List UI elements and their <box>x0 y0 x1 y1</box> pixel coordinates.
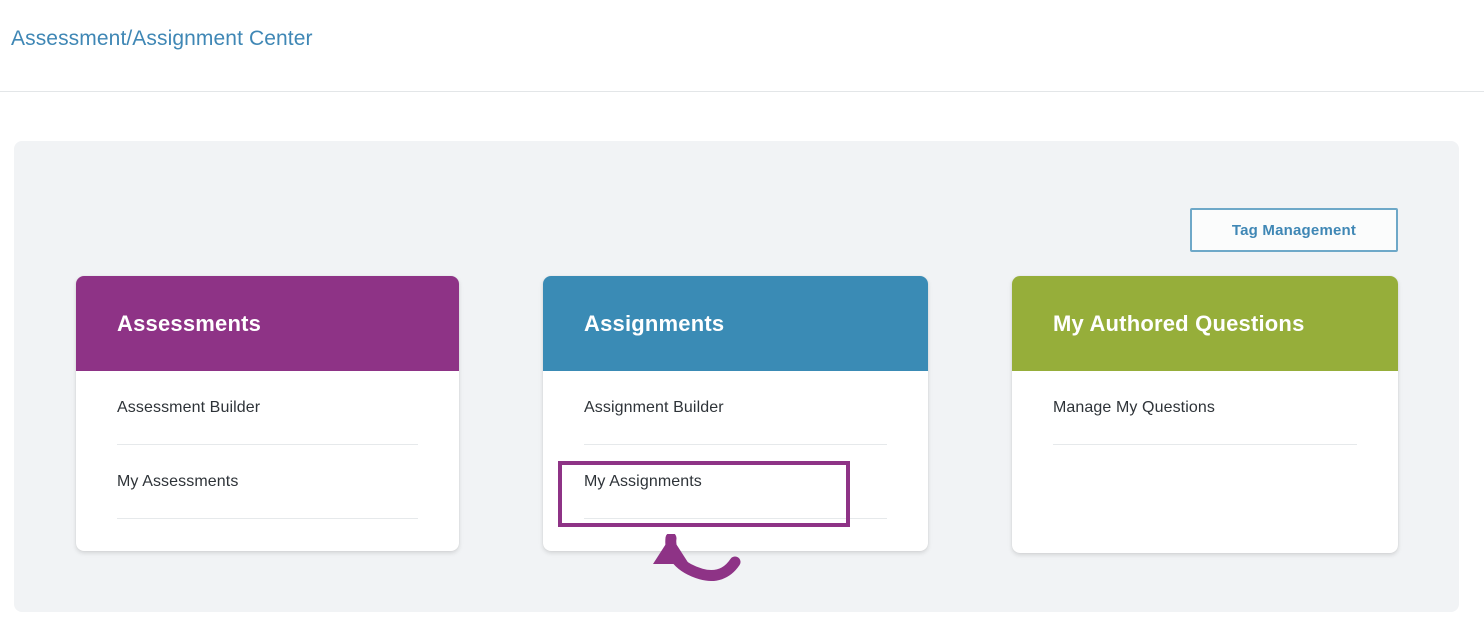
assessment-assignment-center-page: Assessment/Assignment Center Tag Managem… <box>0 0 1484 640</box>
list-item-manage-my-questions[interactable]: Manage My Questions <box>1053 371 1357 445</box>
card-assignments-title: Assignments <box>584 310 725 336</box>
tag-management-button[interactable]: Tag Management <box>1190 208 1398 252</box>
list-item-my-assignments[interactable]: My Assignments <box>584 445 887 519</box>
card-assignments-header: Assignments <box>543 276 928 371</box>
card-my-authored-questions-header: My Authored Questions <box>1012 276 1398 371</box>
card-assessments-title: Assessments <box>117 310 262 336</box>
list-item-label: Assignment Builder <box>584 399 724 416</box>
list-item-assessment-builder[interactable]: Assessment Builder <box>117 371 418 445</box>
item-divider <box>1053 444 1357 445</box>
card-my-authored-questions-title: My Authored Questions <box>1053 310 1305 336</box>
card-assessments: Assessments Assessment Builder My Assess… <box>76 276 459 551</box>
item-divider <box>117 518 418 519</box>
list-item-label: Assessment Builder <box>117 399 261 416</box>
card-assignments-body: Assignment Builder My Assignments <box>543 371 928 519</box>
list-item-label: My Assessments <box>117 473 239 490</box>
list-item-assignment-builder[interactable]: Assignment Builder <box>584 371 887 445</box>
page-header: Assessment/Assignment Center <box>0 0 1484 92</box>
list-item-my-assessments[interactable]: My Assessments <box>117 445 418 519</box>
card-my-authored-questions-body: Manage My Questions <box>1012 371 1398 445</box>
item-divider <box>584 518 887 519</box>
page-title: Assessment/Assignment Center <box>11 27 313 50</box>
card-my-authored-questions: My Authored Questions Manage My Question… <box>1012 276 1398 553</box>
tag-management-button-label: Tag Management <box>1231 221 1357 239</box>
card-assessments-body: Assessment Builder My Assessments <box>76 371 459 519</box>
card-assessments-header: Assessments <box>76 276 459 371</box>
list-item-label: My Assignments <box>584 473 702 490</box>
list-item-label: Manage My Questions <box>1053 399 1215 416</box>
card-assignments: Assignments Assignment Builder My Assign… <box>543 276 928 551</box>
